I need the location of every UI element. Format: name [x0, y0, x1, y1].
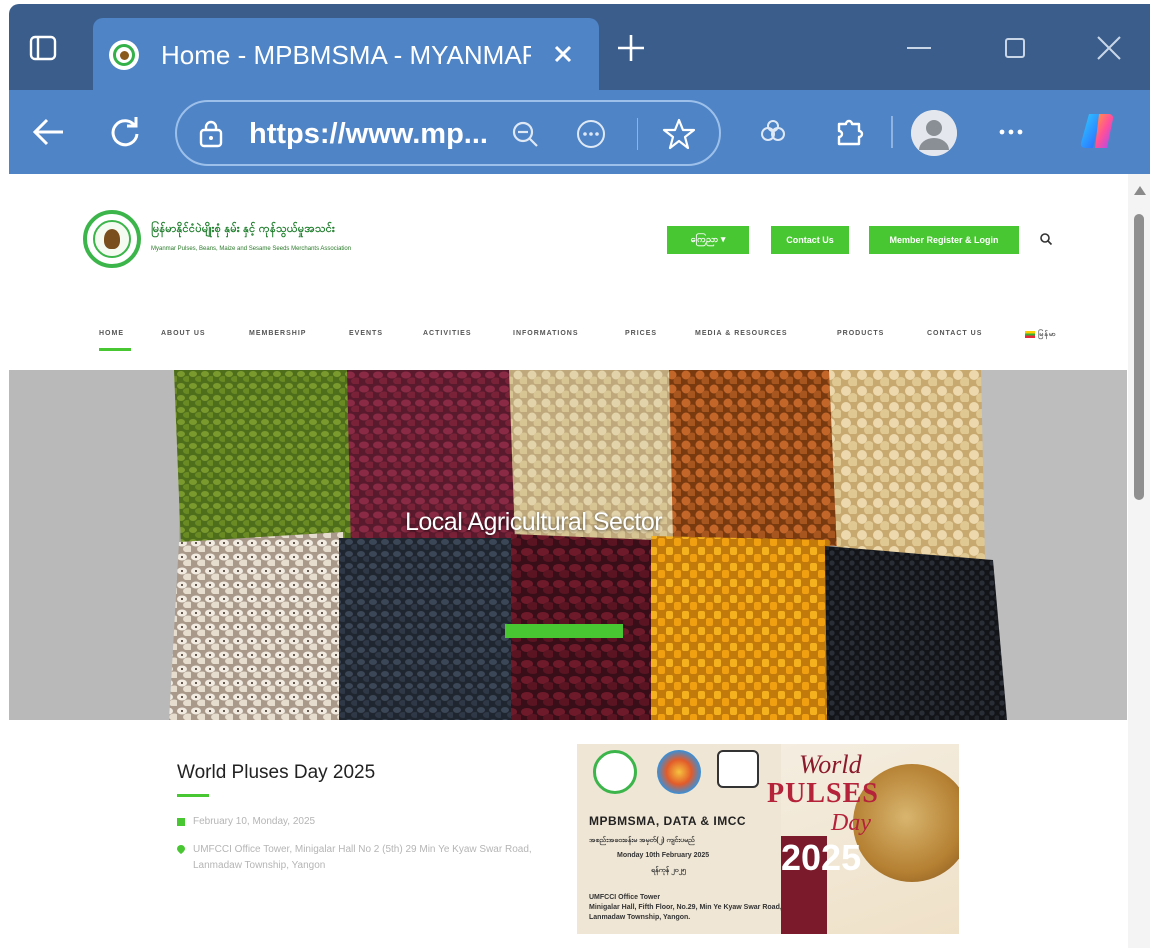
poster-day: Day	[831, 810, 871, 836]
zoom-out-icon[interactable]	[509, 118, 541, 150]
address-divider	[637, 118, 638, 150]
browser-window: Home - MPBMSMA - MYANMAR https://www.mp.…	[9, 4, 1150, 948]
calendar-icon	[177, 818, 185, 826]
mpbmsma-logo-icon	[593, 750, 637, 794]
profile-avatar-icon[interactable]	[911, 110, 957, 156]
hero-caption: Local Agricultural Sector	[405, 508, 663, 536]
data-logo-icon	[657, 750, 701, 794]
hero-banner[interactable]: Local Agricultural Sector	[9, 370, 1127, 720]
site-logo[interactable]	[83, 210, 141, 268]
maximize-icon[interactable]	[997, 30, 1033, 66]
hero-cta-button[interactable]	[505, 624, 623, 638]
nav-about-us[interactable]: ABOUT US	[161, 330, 206, 337]
favorite-star-icon[interactable]	[661, 116, 697, 152]
poster-world: World	[799, 750, 862, 779]
settings-more-icon[interactable]	[991, 112, 1031, 152]
more-in-address-icon[interactable]	[575, 118, 607, 150]
back-icon[interactable]	[29, 112, 69, 152]
tab-actions-icon[interactable]	[27, 32, 59, 64]
toolbar-divider	[891, 116, 893, 148]
window-close-icon[interactable]	[1091, 30, 1127, 66]
post-image-line4: UMFCCI Office Tower	[589, 894, 661, 901]
post-image-line6: Lanmadaw Township, Yangon.	[589, 914, 691, 921]
page-scrollbar[interactable]	[1128, 174, 1150, 948]
copilot-icon[interactable]	[1075, 106, 1125, 156]
contact-button[interactable]: Contact Us	[771, 226, 849, 254]
post-image-poster: World PULSES Day 2025	[767, 744, 959, 934]
nav-media-resources[interactable]: MEDIA & RESOURCES	[695, 330, 788, 337]
hero-image	[9, 370, 1127, 720]
active-tab[interactable]: Home - MPBMSMA - MYANMAR	[93, 18, 599, 90]
post-image-heading: MPBMSMA, DATA & IMCC	[589, 814, 747, 828]
nav-informations[interactable]: INFORMATIONS	[513, 330, 579, 337]
collections-icon[interactable]	[753, 112, 793, 152]
favicon	[109, 40, 139, 70]
location-pin-icon	[177, 845, 185, 854]
member-login-button[interactable]: Member Register & Login	[869, 226, 1019, 254]
post-image-line5: Minigalar Hall, Fifth Floor, No.29, Min …	[589, 904, 782, 911]
new-tab-icon[interactable]	[613, 30, 649, 66]
imcc-logo-icon	[717, 750, 759, 788]
search-icon[interactable]	[1039, 232, 1053, 246]
web-page: မြန်မာနိုင်ငံပဲမျိုးစုံ နှမ်း နှင့် ကုန်…	[9, 174, 1150, 948]
nav-products[interactable]: PRODUCTS	[837, 330, 884, 337]
post-image-line3: ရန်ကုန် ၂၀၂၅	[651, 867, 686, 874]
post-date-row: February 10, Monday, 2025	[177, 814, 315, 830]
tab-strip: Home - MPBMSMA - MYANMAR	[9, 4, 1150, 90]
post-image-line2: Monday 10th February 2025	[617, 852, 710, 859]
url-text: https://www.mp...	[249, 118, 488, 150]
myanmar-flag-icon	[1025, 330, 1035, 338]
browser-toolbar: https://www.mp...	[9, 90, 1150, 174]
post-title[interactable]: World Pluses Day 2025	[177, 762, 375, 784]
nav-language[interactable]: မြန်မာ	[1025, 330, 1057, 340]
tab-title: Home - MPBMSMA - MYANMAR	[161, 40, 531, 70]
nav-language-label: မြန်မာ	[1038, 331, 1057, 338]
logo-title: မြန်မာနိုင်ငံပဲမျိုးစုံ နှမ်း နှင့် ကုန်…	[151, 223, 335, 235]
scroll-up-arrow-icon[interactable]	[1134, 186, 1146, 195]
scroll-thumb[interactable]	[1134, 214, 1144, 500]
post-title-underline	[177, 794, 209, 797]
extensions-icon[interactable]	[829, 112, 869, 152]
nav-contact-us[interactable]: CONTACT US	[927, 330, 982, 337]
close-icon[interactable]	[545, 36, 581, 72]
nav-events[interactable]: EVENTS	[349, 330, 383, 337]
nav-active-indicator	[99, 348, 131, 351]
logo-subtitle: Myanmar Pulses, Beans, Maize and Sesame …	[151, 246, 352, 252]
post-date: February 10, Monday, 2025	[193, 816, 316, 827]
minimize-icon[interactable]	[901, 30, 937, 66]
post-location: UMFCCI Office Tower, Minigalar Hall No 2…	[193, 844, 532, 871]
site-info-icon[interactable]	[195, 118, 227, 150]
address-bar[interactable]: https://www.mp...	[175, 100, 721, 166]
nav-home[interactable]: HOME	[99, 330, 124, 337]
post-image[interactable]: MPBMSMA, DATA & IMCC အစည်းအဝေးခန်းမ အမှတ…	[577, 744, 959, 934]
language-button[interactable]: ကြေညာ ▾	[667, 226, 749, 254]
poster-pulses: PULSES	[767, 778, 879, 809]
nav-activities[interactable]: ACTIVITIES	[423, 330, 472, 337]
post-image-info-panel: MPBMSMA, DATA & IMCC အစည်းအဝေးခန်းမ အမှတ…	[577, 744, 782, 934]
post-image-line1: အစည်းအဝေးခန်းမ အမှတ်(၂) ကျင်းပမည်	[589, 837, 695, 844]
nav-membership[interactable]: MEMBERSHIP	[249, 330, 306, 337]
refresh-icon[interactable]	[105, 112, 145, 152]
poster-year: 2025	[781, 836, 861, 934]
post-location-row: UMFCCI Office Tower, Minigalar Hall No 2…	[177, 842, 567, 874]
nav-prices[interactable]: PRICES	[625, 330, 657, 337]
